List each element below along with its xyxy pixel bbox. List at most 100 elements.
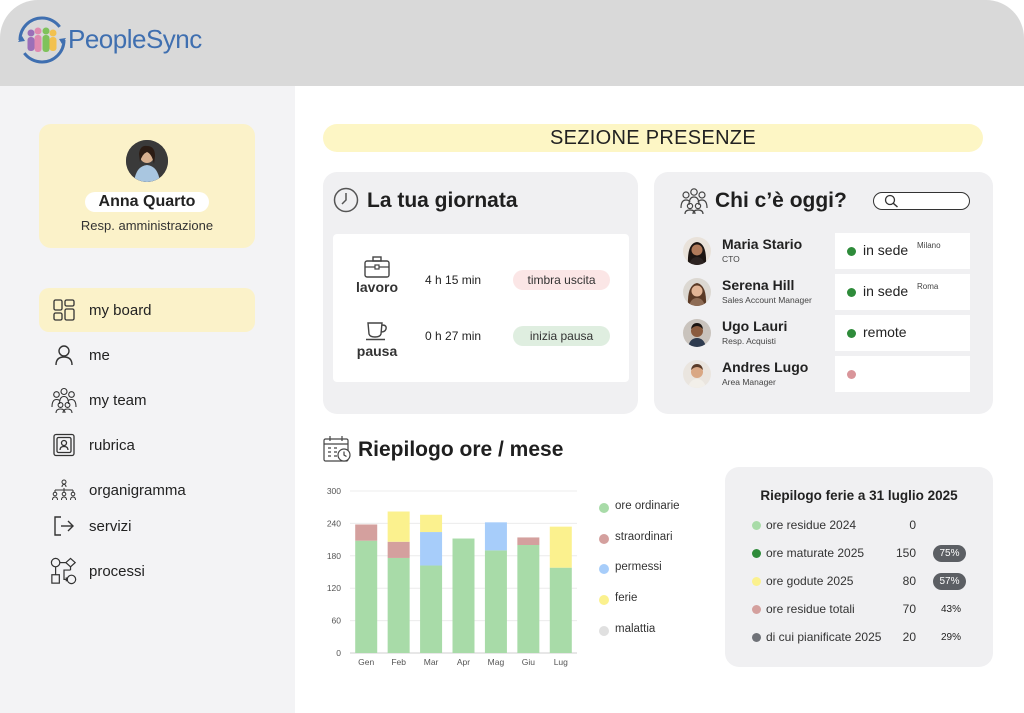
person-role: Sales Account Manager: [722, 295, 812, 305]
bar-mag-ore-ordinarie: [484, 550, 507, 653]
avatar-maria-stario[interactable]: [683, 237, 711, 265]
search-input[interactable]: [873, 192, 970, 210]
sidebar-item-my-board[interactable]: my board: [39, 288, 255, 332]
pausa-label: pausa: [356, 343, 398, 359]
legend-swatch: [599, 564, 609, 574]
ferie-value: 150: [895, 546, 916, 560]
contacts-icon: [50, 431, 78, 459]
bar-mar-permessi: [420, 532, 443, 566]
avatar-andres-lugo[interactable]: [683, 360, 711, 388]
avatar-serena-hill[interactable]: [683, 278, 711, 306]
brand-name: PeopleSync: [68, 24, 202, 54]
y-tick-label: 0: [336, 648, 341, 658]
person-role: Resp. Acquisti: [722, 336, 776, 346]
y-tick-label: 240: [327, 518, 341, 528]
x-tick-label: Feb: [391, 657, 406, 667]
status-text: in sede: [863, 242, 909, 258]
y-tick-label: 120: [327, 583, 341, 593]
ferie-percent-badge: 29%: [940, 632, 961, 643]
x-tick-label: Lug: [554, 657, 568, 667]
process-flow-icon: [50, 557, 78, 585]
user-name: Anna Quarto: [39, 192, 255, 212]
status-dot-icon: [847, 370, 856, 379]
status-box: in sede Roma: [835, 274, 970, 310]
person-name[interactable]: Andres Lugo: [722, 359, 808, 375]
status-box: remote: [835, 315, 970, 351]
y-tick-label: 60: [332, 616, 342, 626]
timbra-uscita-button[interactable]: timbra uscita: [513, 270, 610, 290]
person-name[interactable]: Maria Stario: [722, 236, 802, 252]
bar-feb-ferie: [387, 511, 410, 542]
ferie-title: Riepilogo ferie a 31 luglio 2025: [760, 488, 958, 503]
clock-icon: [333, 187, 359, 213]
logout-arrow-icon: [50, 512, 78, 540]
y-tick-label: 180: [327, 551, 341, 561]
bar-mar-ferie: [420, 514, 443, 533]
ore-mese-chart: 0 60 120 180 240 300 Gen Feb Mar Apr Mag Giu Lug: [327, 486, 577, 667]
person-role: Area Manager: [722, 377, 776, 387]
bar-giu-straordinari: [517, 537, 540, 545]
sidebar-item-label: my board: [89, 301, 152, 319]
sidebar-item-rubrica[interactable]: rubrica: [39, 423, 255, 467]
person-name[interactable]: Serena Hill: [722, 277, 794, 293]
person-role: CTO: [722, 254, 740, 264]
status-dot-icon: [847, 288, 856, 297]
bar-gen-straordinari: [355, 524, 378, 541]
user-icon: [50, 341, 78, 369]
user-profile-card: Anna Quarto Resp. amministrazione: [39, 124, 255, 248]
legend-label: ore ordinarie: [615, 500, 680, 512]
ferie-row: ore maturate 2025 150 75%: [752, 545, 972, 562]
avatar[interactable]: [126, 140, 168, 182]
ferie-dot-icon: [752, 549, 761, 558]
legend-label: ferie: [615, 592, 638, 604]
legend-label: straordinari: [615, 531, 673, 543]
sidebar-item-me[interactable]: me: [39, 333, 255, 377]
ferie-dot-icon: [752, 521, 761, 530]
person-name[interactable]: Ugo Lauri: [722, 318, 787, 334]
bar-gen-ore-ordinarie: [355, 540, 378, 653]
sidebar-item-label: processi: [89, 562, 145, 580]
pausa-time: 0 h 27 min: [425, 329, 482, 343]
ferie-label: ore residue 2024: [766, 518, 857, 532]
sidebar-item-label: rubrica: [89, 436, 135, 454]
ferie-label: di cui pianificate 2025: [766, 630, 882, 644]
ferie-row: ore residue 2024 0: [752, 518, 972, 534]
sidebar-item-my-team[interactable]: my team: [39, 378, 255, 422]
page-title: SEZIONE PRESENZE: [323, 124, 983, 152]
inizia-pausa-button[interactable]: inizia pausa: [513, 326, 610, 346]
bar-feb-straordinari: [387, 541, 410, 558]
ferie-label: ore residue totali: [766, 602, 855, 616]
user-role: Resp. amministrazione: [80, 218, 214, 233]
status-location: Milano: [917, 241, 941, 250]
legend-swatch: [599, 626, 609, 636]
legend-swatch: [599, 595, 609, 605]
giornata-title: La tua giornata: [367, 189, 518, 212]
bar-lug-ore-ordinarie: [549, 567, 572, 653]
avatar-ugo-lauri[interactable]: [683, 319, 711, 347]
bar-giu-ore-ordinarie: [517, 545, 540, 653]
lavoro-label: lavoro: [355, 279, 398, 295]
ferie-row: ore residue totali 70 43%: [752, 602, 972, 618]
sidebar-item-processi[interactable]: processi: [39, 549, 255, 593]
ferie-value: 0: [909, 518, 916, 532]
sidebar-item-servizi[interactable]: servizi: [39, 504, 255, 548]
status-dot-icon: [847, 247, 856, 256]
sidebar-item-label: servizi: [89, 517, 132, 535]
sidebar-item-label: me: [89, 346, 110, 364]
riepilogo-ore-title: Riepilogo ore / mese: [358, 438, 564, 461]
status-location: Roma: [917, 282, 939, 291]
team-icon: [680, 188, 708, 214]
ferie-dot-icon: [752, 577, 761, 586]
bar-mar-ore-ordinarie: [420, 565, 443, 653]
calendar-clock-icon: [323, 436, 351, 462]
top-bar: PeopleSync: [0, 0, 1024, 86]
coffee-cup-icon: [366, 322, 387, 341]
org-chart-icon: [50, 476, 78, 504]
bar-feb-ore-ordinarie: [387, 557, 410, 653]
bar-mag-permessi: [484, 522, 507, 551]
ferie-percent-badge: 75%: [933, 545, 966, 562]
ferie-value: 20: [902, 630, 916, 644]
ferie-label: ore maturate 2025: [766, 546, 865, 560]
x-tick-label: Mag: [488, 657, 505, 667]
x-tick-label: Mar: [424, 657, 439, 667]
